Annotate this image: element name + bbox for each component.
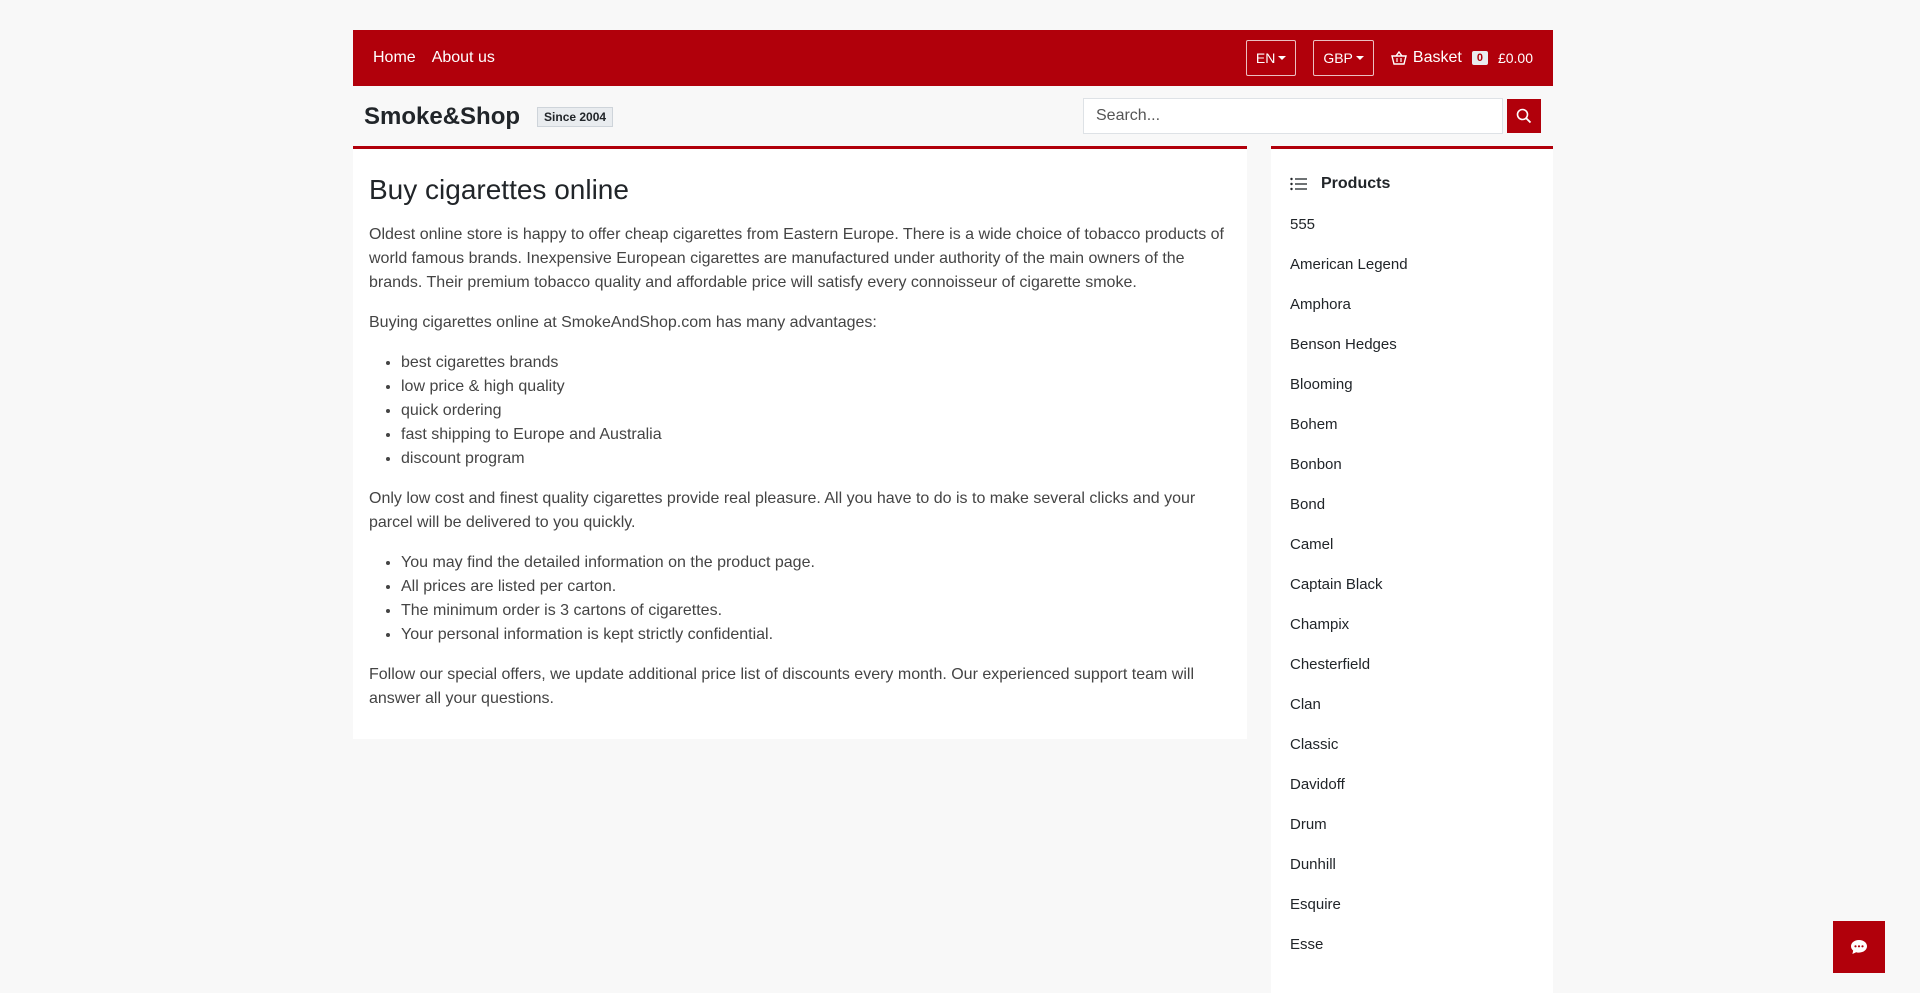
caret-down-icon bbox=[1278, 56, 1287, 60]
product-link[interactable]: Esse bbox=[1290, 935, 1534, 975]
product-link[interactable]: Bond bbox=[1290, 495, 1534, 535]
product-link[interactable]: Camel bbox=[1290, 535, 1534, 575]
currency-dropdown[interactable]: GBP bbox=[1313, 40, 1374, 76]
basket-button[interactable]: Basket 0 £0.00 bbox=[1391, 49, 1533, 67]
basket-total: £0.00 bbox=[1497, 50, 1533, 66]
product-link[interactable]: Champix bbox=[1290, 615, 1534, 655]
sidebar-title: Products bbox=[1321, 175, 1391, 192]
product-link[interactable]: Captain Black bbox=[1290, 575, 1534, 615]
list-item: You may find the detailed information on… bbox=[401, 551, 1231, 575]
product-link[interactable]: Amphora bbox=[1290, 295, 1534, 335]
page-title: Buy cigarettes online bbox=[369, 174, 629, 205]
basket-count-badge: 0 bbox=[1471, 51, 1488, 65]
list-item: low price & high quality bbox=[401, 375, 1231, 399]
product-link[interactable]: Clan bbox=[1290, 695, 1534, 735]
intro-paragraph: Oldest online store is happy to offer ch… bbox=[369, 225, 1224, 291]
product-link[interactable]: Drum bbox=[1290, 815, 1534, 855]
product-link[interactable]: American Legend bbox=[1290, 255, 1534, 295]
chat-button[interactable] bbox=[1833, 921, 1885, 973]
info-list: You may find the detailed information on… bbox=[401, 551, 1231, 647]
language-dropdown[interactable]: EN bbox=[1245, 40, 1297, 76]
language-value: EN bbox=[1255, 50, 1276, 66]
product-link[interactable]: Davidoff bbox=[1290, 775, 1534, 815]
top-navbar: Home About us EN GBP Basket 0 £0.00 bbox=[353, 30, 1553, 86]
pleasure-paragraph: Only low cost and finest quality cigaret… bbox=[369, 489, 1196, 531]
list-item: fast shipping to Europe and Australia bbox=[401, 423, 1231, 447]
brand-row: Smoke&Shop Since 2004 bbox=[353, 98, 1553, 136]
product-link[interactable]: Chesterfield bbox=[1290, 655, 1534, 695]
site-logo[interactable]: Smoke&Shop bbox=[364, 103, 520, 131]
chat-icon bbox=[1851, 940, 1867, 954]
product-link[interactable]: Esquire bbox=[1290, 895, 1534, 935]
caret-down-icon bbox=[1355, 56, 1364, 60]
product-link[interactable]: Classic bbox=[1290, 735, 1534, 775]
basket-icon bbox=[1391, 51, 1407, 65]
nav-about-link[interactable]: About us bbox=[432, 49, 495, 67]
product-link[interactable]: Dunhill bbox=[1290, 855, 1534, 895]
product-link[interactable]: Benson Hedges bbox=[1290, 335, 1534, 375]
product-link[interactable]: 555 bbox=[1290, 215, 1534, 255]
search-input[interactable] bbox=[1083, 98, 1503, 134]
advantages-intro: Buying cigarettes online at SmokeAndShop… bbox=[369, 313, 877, 331]
products-sidebar: Products 555 American Legend Amphora Ben… bbox=[1271, 146, 1553, 993]
product-list: 555 American Legend Amphora Benson Hedge… bbox=[1290, 215, 1534, 975]
search-button[interactable] bbox=[1507, 99, 1541, 133]
search-icon bbox=[1516, 108, 1532, 124]
search-form bbox=[1083, 98, 1541, 134]
list-icon bbox=[1290, 177, 1307, 191]
list-item: best cigarettes brands bbox=[401, 351, 1231, 375]
list-item: quick ordering bbox=[401, 399, 1231, 423]
list-item: Your personal information is kept strict… bbox=[401, 623, 1231, 647]
sidebar-header: Products bbox=[1290, 175, 1534, 193]
advantages-list: best cigarettes brands low price & high … bbox=[401, 351, 1231, 471]
basket-label: Basket bbox=[1412, 49, 1462, 66]
list-item: discount program bbox=[401, 447, 1231, 471]
list-item: The minimum order is 3 cartons of cigare… bbox=[401, 599, 1231, 623]
product-link[interactable]: Blooming bbox=[1290, 375, 1534, 415]
since-badge: Since 2004 bbox=[537, 107, 614, 127]
nav-home-link[interactable]: Home bbox=[373, 49, 416, 67]
currency-value: GBP bbox=[1323, 50, 1353, 66]
main-content: Buy cigarettes online Oldest online stor… bbox=[353, 146, 1247, 739]
product-link[interactable]: Bonbon bbox=[1290, 455, 1534, 495]
list-item: All prices are listed per carton. bbox=[401, 575, 1231, 599]
product-link[interactable]: Bohem bbox=[1290, 415, 1534, 455]
closing-paragraph: Follow our special offers, we update add… bbox=[369, 665, 1195, 707]
